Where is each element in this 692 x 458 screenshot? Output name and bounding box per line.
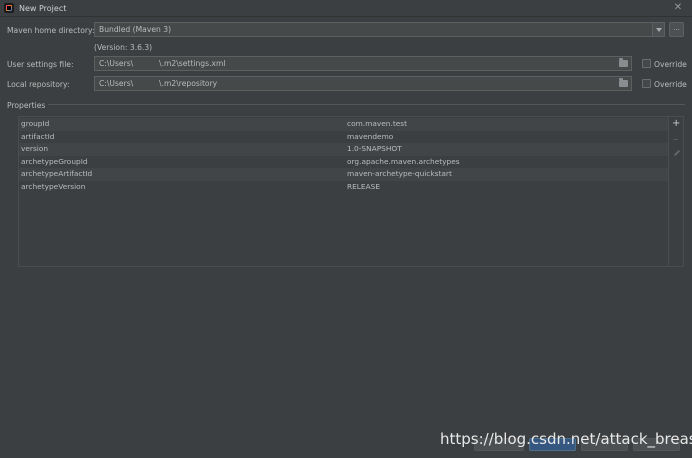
table-row[interactable]: archetypeArtifactId maven-archetype-quic…: [19, 168, 668, 181]
table-row[interactable]: groupId com.maven.test: [19, 118, 668, 131]
table-row[interactable]: archetypeVersion RELEASE: [19, 181, 668, 194]
local-repo-override-checkbox[interactable]: [642, 79, 651, 88]
local-repo-field[interactable]: C:\Users\ \.m2\repository: [94, 76, 632, 91]
maven-home-value: Bundled (Maven 3): [99, 25, 172, 34]
property-value[interactable]: mavendemo: [347, 132, 393, 141]
table-row[interactable]: version 1.0-SNAPSHOT: [19, 143, 668, 156]
maven-home-combobox[interactable]: Bundled (Maven 3): [94, 22, 665, 37]
intellij-idea-icon: [4, 3, 14, 13]
local-repo-label: Local repository:: [7, 80, 70, 89]
edit-icon[interactable]: [673, 149, 681, 157]
properties-table: groupId com.maven.test artifactId mavend…: [18, 116, 669, 267]
maven-home-label: Maven home directory:: [7, 26, 95, 35]
maven-home-browse-button[interactable]: ...: [669, 22, 684, 37]
user-settings-override-label: Override: [654, 60, 687, 69]
property-value[interactable]: RELEASE: [347, 182, 380, 191]
property-value[interactable]: com.maven.test: [347, 119, 407, 128]
property-key: archetypeVersion: [21, 181, 86, 191]
local-repo-override-label: Override: [654, 80, 687, 89]
property-key: archetypeGroupId: [21, 156, 88, 166]
table-row[interactable]: artifactId mavendemo: [19, 131, 668, 144]
property-key: artifactId: [21, 131, 55, 141]
properties-toolbar: + –: [669, 116, 684, 267]
folder-icon[interactable]: [619, 78, 628, 87]
table-row[interactable]: archetypeGroupId org.apache.maven.archet…: [19, 156, 668, 169]
user-settings-field[interactable]: C:\Users\ \.m2\settings.xml: [94, 56, 632, 71]
user-settings-label: User settings file:: [7, 60, 74, 69]
property-value[interactable]: 1.0-SNAPSHOT: [347, 144, 402, 153]
user-settings-value: C:\Users\ \.m2\settings.xml: [99, 59, 226, 68]
maven-version-text: (Version: 3.6.3): [94, 43, 153, 52]
user-settings-override-checkbox[interactable]: [642, 59, 651, 68]
property-value[interactable]: maven-archetype-quickstart: [347, 169, 452, 178]
property-key: archetypeArtifactId: [21, 169, 93, 178]
window-title: New Project: [19, 4, 67, 13]
property-key: groupId: [21, 119, 50, 128]
chevron-down-icon[interactable]: [652, 23, 664, 36]
watermark-text: https://blog.csdn.net/attack_breast: [440, 430, 692, 448]
close-icon[interactable]: ✕: [672, 2, 684, 14]
local-repo-value: C:\Users\ \.m2\repository: [99, 79, 218, 88]
folder-icon[interactable]: [619, 58, 628, 67]
remove-property-icon[interactable]: –: [673, 135, 678, 145]
add-property-icon[interactable]: +: [672, 119, 680, 129]
property-key: version: [21, 144, 49, 153]
title-bar: New Project ✕: [0, 0, 692, 17]
properties-section-label: Properties: [7, 101, 46, 110]
properties-divider: [48, 104, 685, 105]
property-value[interactable]: org.apache.maven.archetypes: [347, 157, 460, 166]
